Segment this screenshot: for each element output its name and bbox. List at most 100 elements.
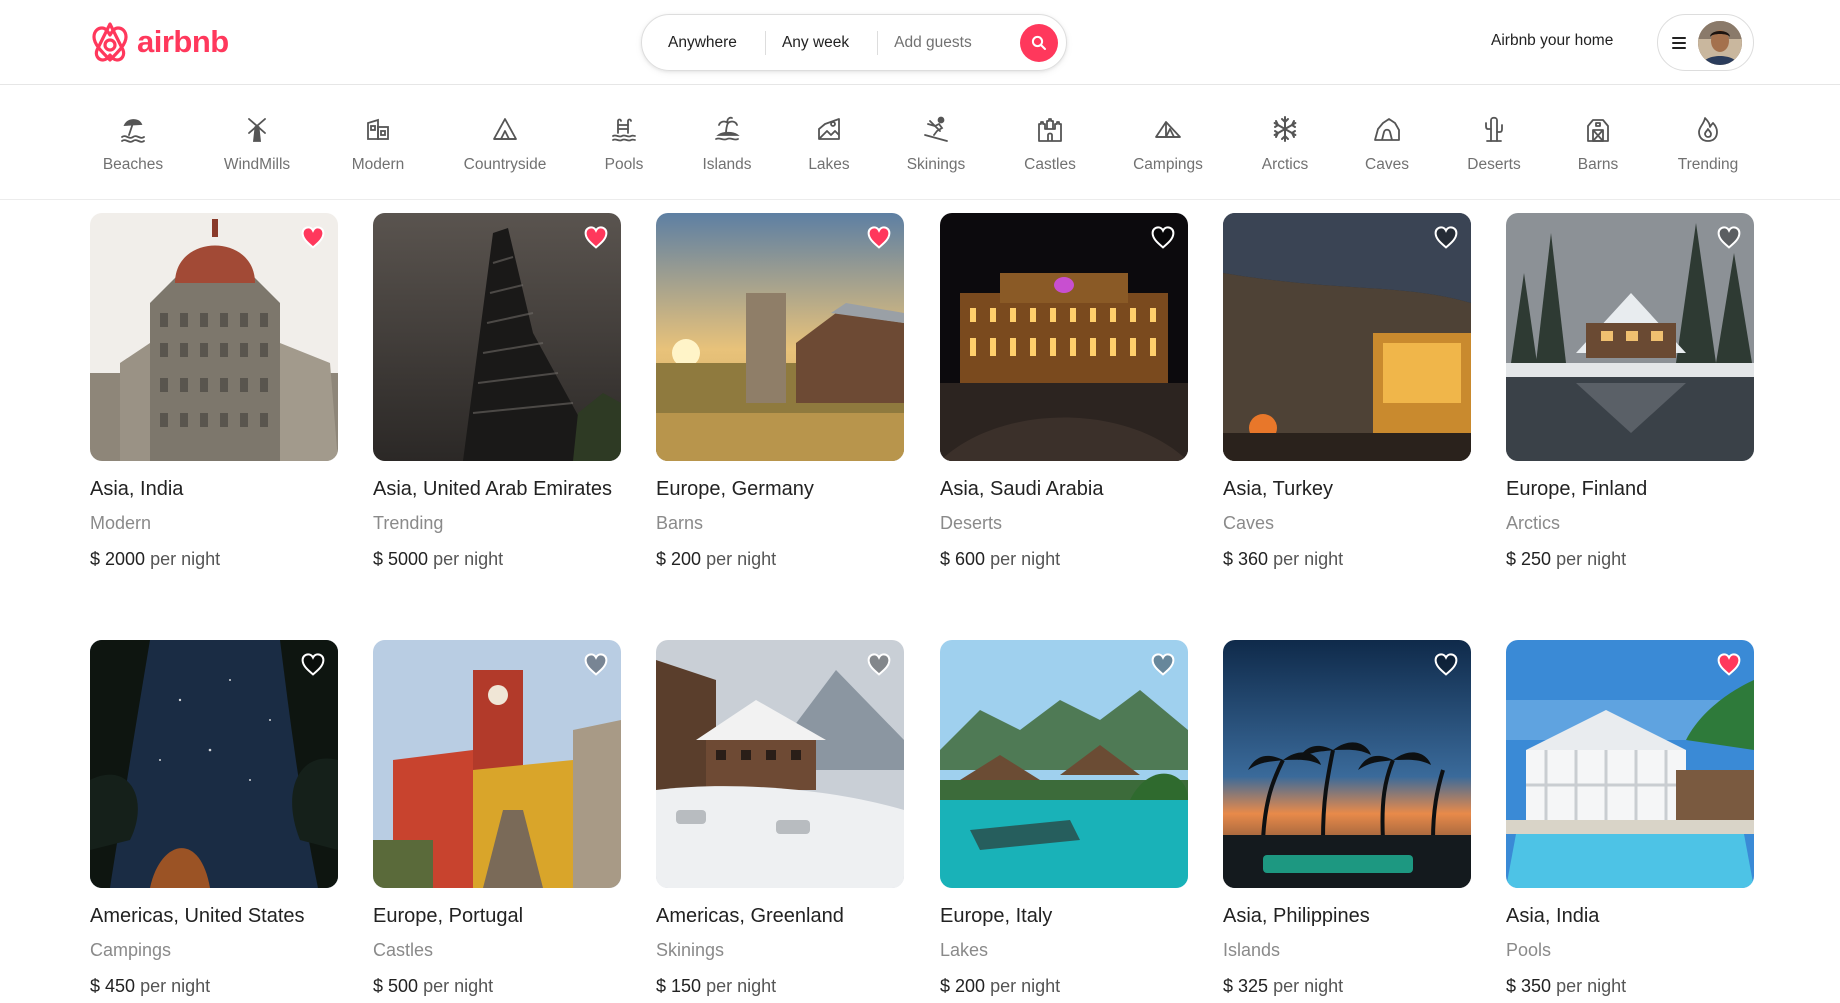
category-castles[interactable]: Castles (995, 114, 1105, 174)
category-arctics[interactable]: Arctics (1230, 114, 1340, 174)
listing-category: Arctics (1506, 513, 1560, 533)
category-label: Trending (1677, 156, 1739, 173)
listing-price: $ 5000 per night (373, 547, 621, 571)
favorite-heart-icon[interactable] (300, 225, 326, 249)
favorite-heart-icon[interactable] (866, 652, 892, 676)
listing-price: $ 2000 per night (90, 547, 338, 571)
price-amount: $ 600 (940, 549, 986, 569)
listing-card[interactable]: Europe, Finland Arctics $ 250 per night (1506, 213, 1754, 571)
category-barns[interactable]: Barns (1543, 114, 1653, 174)
category-deserts[interactable]: Deserts (1439, 114, 1549, 174)
category-label: Modern (351, 156, 405, 173)
listing-card[interactable]: Asia, Turkey Caves $ 360 per night (1223, 213, 1471, 571)
search-icon (1031, 35, 1046, 50)
listing-location: Europe, Germany (656, 478, 814, 500)
favorite-heart-icon[interactable] (300, 652, 326, 676)
category-label: Countryside (463, 156, 547, 173)
price-amount: $ 200 (940, 976, 986, 996)
listing-photo[interactable] (373, 640, 621, 888)
category-skinings[interactable]: Skinings (881, 114, 991, 174)
category-label: Pools (604, 156, 644, 173)
category-countryside[interactable]: Countryside (450, 114, 560, 174)
countryside-icon (490, 114, 520, 144)
listing-photo[interactable] (940, 640, 1188, 888)
price-unit: per night (1273, 549, 1344, 569)
listing-photo[interactable] (90, 640, 338, 888)
listing-card[interactable]: Asia, India Modern $ 2000 per night (90, 213, 338, 571)
favorite-heart-icon[interactable] (866, 225, 892, 249)
island-icon (712, 114, 742, 144)
category-modern[interactable]: Modern (323, 114, 433, 174)
price-unit: per night (150, 549, 221, 569)
listing-price: $ 350 per night (1506, 974, 1754, 998)
lake-icon (814, 114, 844, 144)
castle-icon (1035, 114, 1065, 144)
search-bar[interactable]: Anywhere Any week Add guests (641, 14, 1067, 71)
price-unit: per night (423, 976, 494, 996)
price-amount: $ 200 (656, 549, 702, 569)
listing-location: Americas, United States (90, 905, 305, 927)
listing-card[interactable]: Asia, Philippines Islands $ 325 per nigh… (1223, 640, 1471, 998)
favorite-heart-icon[interactable] (1150, 652, 1176, 676)
search-add-guests[interactable]: Add guests (878, 34, 984, 52)
listing-location: Europe, Portugal (373, 905, 524, 927)
category-trending[interactable]: Trending (1653, 114, 1763, 174)
listing-card[interactable]: Europe, Italy Lakes $ 200 per night (940, 640, 1188, 998)
listing-price: $ 250 per night (1506, 547, 1754, 571)
listing-card[interactable]: Europe, Germany Barns $ 200 per night (656, 213, 904, 571)
category-bar: Beaches WindMills Modern Countryside Poo… (0, 86, 1840, 200)
listing-card[interactable]: Asia, Saudi Arabia Deserts $ 600 per nig… (940, 213, 1188, 571)
top-header: airbnb Anywhere Any week Add guests Airb… (0, 0, 1840, 85)
favorite-heart-icon[interactable] (1716, 652, 1742, 676)
listing-photo[interactable] (1223, 213, 1471, 461)
category-windmills[interactable]: WindMills (202, 114, 312, 174)
listing-photo[interactable] (1223, 640, 1471, 888)
category-label: Deserts (1467, 156, 1521, 173)
listing-photo[interactable] (940, 213, 1188, 461)
snowflake-icon (1270, 114, 1300, 144)
favorite-heart-icon[interactable] (583, 225, 609, 249)
listing-price: $ 360 per night (1223, 547, 1471, 571)
category-caves[interactable]: Caves (1332, 114, 1442, 174)
listing-card[interactable]: Americas, Greenland Skinings $ 150 per n… (656, 640, 904, 998)
listing-photo[interactable] (656, 640, 904, 888)
user-menu-button[interactable] (1657, 14, 1754, 71)
airbnb-your-home-link[interactable]: Airbnb your home (1491, 32, 1613, 50)
listing-category: Islands (1223, 940, 1281, 960)
listing-category: Lakes (940, 940, 989, 960)
listing-price: $ 450 per night (90, 974, 338, 998)
category-lakes[interactable]: Lakes (774, 114, 884, 174)
category-label: Caves (1365, 156, 1409, 173)
category-campings[interactable]: Campings (1113, 114, 1223, 174)
category-beaches[interactable]: Beaches (78, 114, 188, 174)
listing-photo[interactable] (1506, 213, 1754, 461)
listing-category: Barns (656, 513, 704, 533)
price-amount: $ 2000 (90, 549, 146, 569)
listing-photo[interactable] (373, 213, 621, 461)
listing-card[interactable]: Americas, United States Campings $ 450 p… (90, 640, 338, 998)
search-any-week[interactable]: Any week (766, 34, 877, 52)
listing-photo[interactable] (1506, 640, 1754, 888)
search-button[interactable] (1020, 24, 1058, 62)
category-label: Lakes (808, 156, 850, 173)
category-islands[interactable]: Islands (672, 114, 782, 174)
beach-icon (118, 114, 148, 144)
favorite-heart-icon[interactable] (583, 652, 609, 676)
search-anywhere[interactable]: Anywhere (654, 34, 765, 52)
logo-wordmark: airbnb (137, 24, 229, 59)
favorite-heart-icon[interactable] (1150, 225, 1176, 249)
listing-card[interactable]: Asia, United Arab Emirates Trending $ 50… (373, 213, 621, 571)
category-label: Arctics (1261, 156, 1309, 173)
listing-category: Trending (373, 513, 444, 533)
listing-card[interactable]: Asia, India Pools $ 350 per night (1506, 640, 1754, 998)
airbnb-logo[interactable]: airbnb (89, 20, 229, 64)
listing-price: $ 500 per night (373, 974, 621, 998)
price-unit: per night (1556, 976, 1627, 996)
listing-card[interactable]: Europe, Portugal Castles $ 500 per night (373, 640, 621, 998)
listing-photo[interactable] (90, 213, 338, 461)
listing-photo[interactable] (656, 213, 904, 461)
favorite-heart-icon[interactable] (1433, 652, 1459, 676)
favorite-heart-icon[interactable] (1716, 225, 1742, 249)
favorite-heart-icon[interactable] (1433, 225, 1459, 249)
category-pools[interactable]: Pools (569, 114, 679, 174)
